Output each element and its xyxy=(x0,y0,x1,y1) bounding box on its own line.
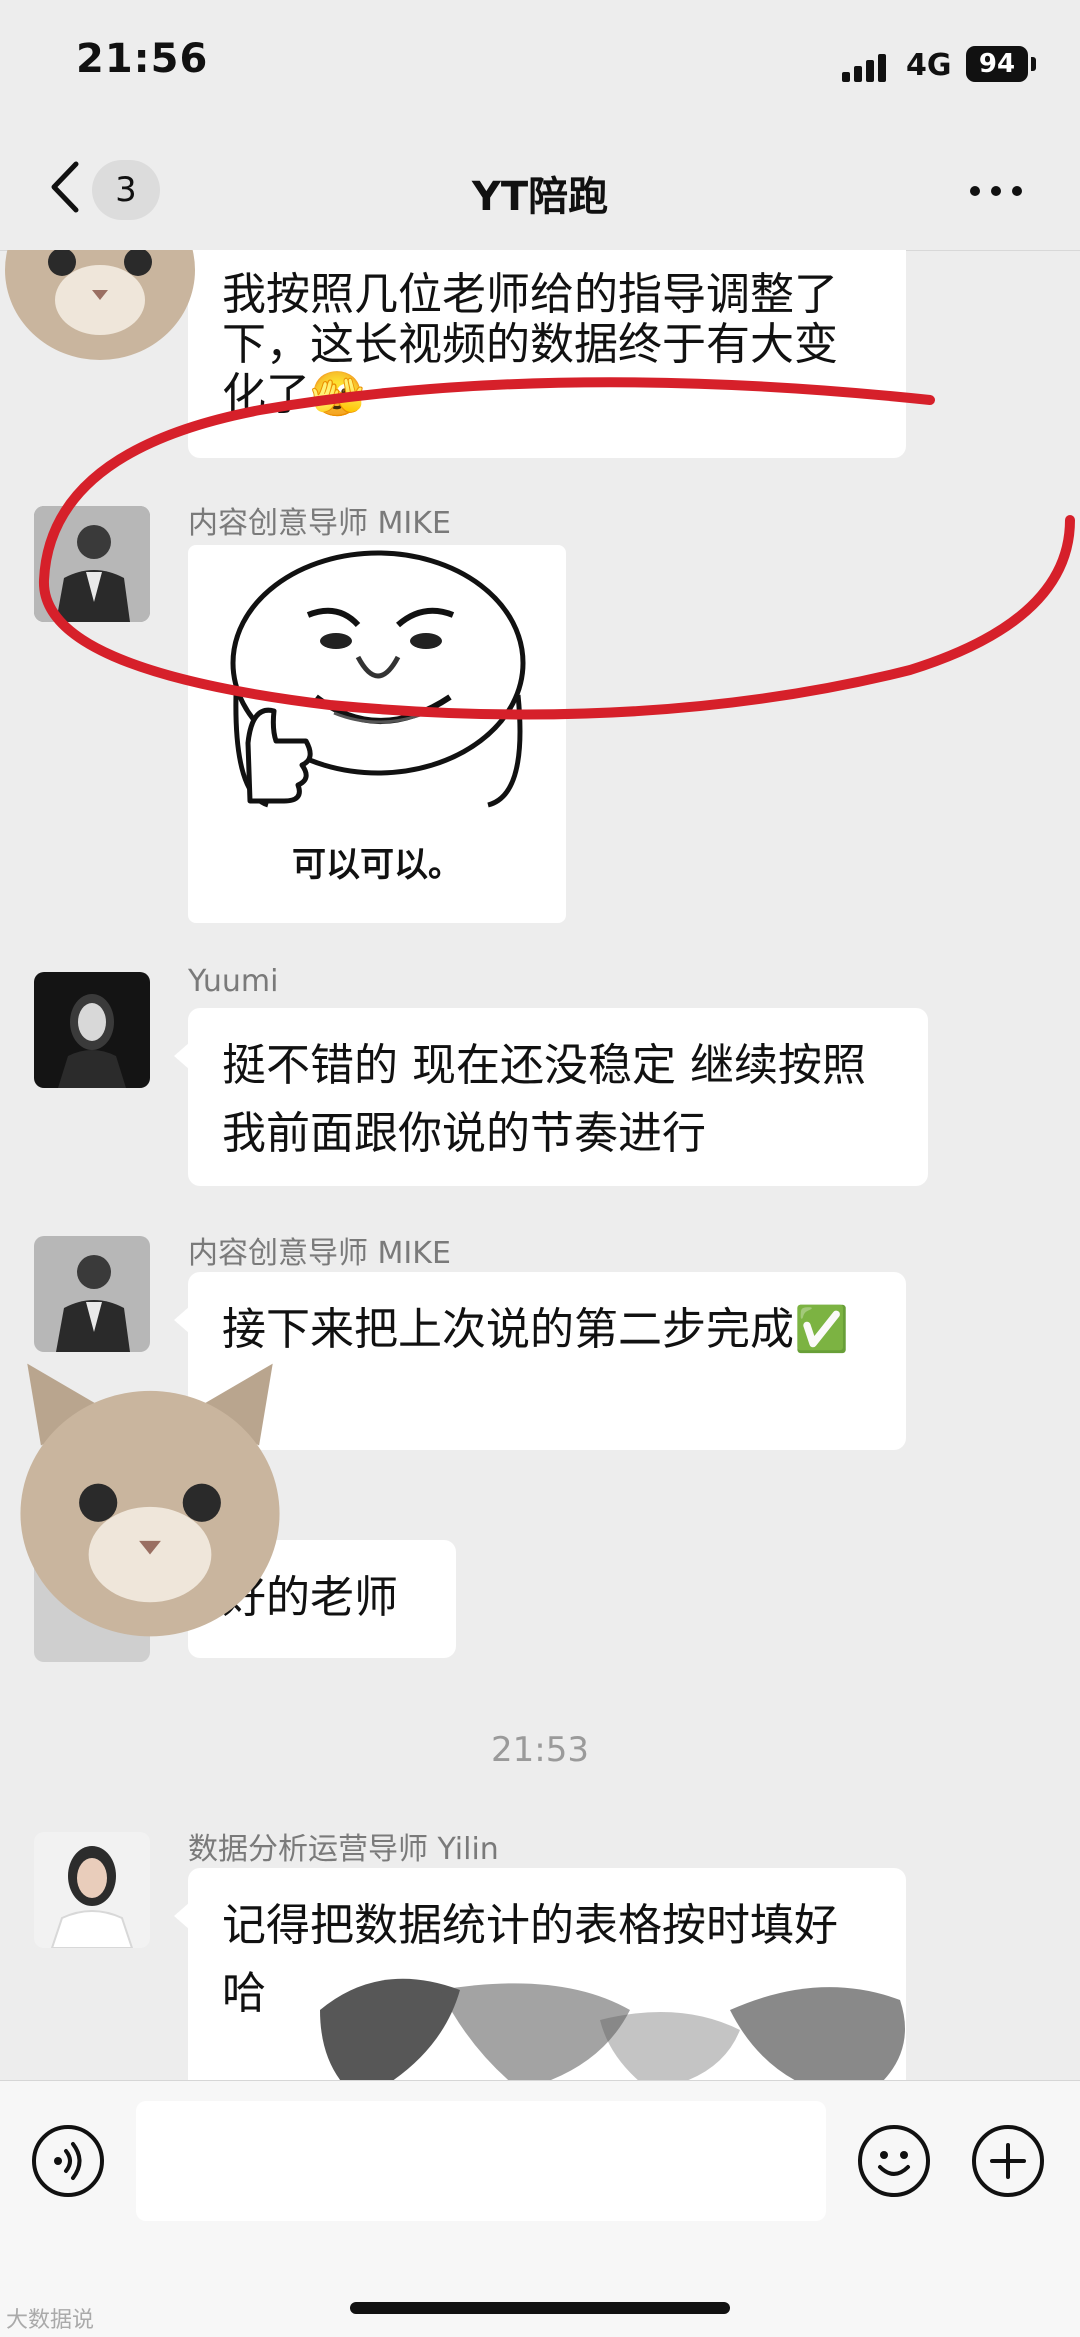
watermark: 大数据说 xyxy=(6,2308,95,2333)
voice-icon[interactable] xyxy=(32,2125,104,2197)
sender-name: 数据分析运营导师 Yilin xyxy=(188,1832,499,1867)
message-list: 我按照几位老师给的指导调整了下，这长视频的数据终于有大变化了🫣 内容创意导师 M… xyxy=(0,250,1080,2080)
battery-tip xyxy=(1031,57,1036,71)
sender-name: Yuumi xyxy=(188,964,279,999)
plus-sign xyxy=(990,2143,1026,2179)
avatar[interactable] xyxy=(34,1832,150,1948)
cat-sticker-icon xyxy=(5,250,195,360)
battery-icon: 94 xyxy=(966,46,1028,82)
timestamp: 21:53 xyxy=(491,1730,589,1770)
cat-sticker-icon xyxy=(20,1363,280,1637)
avatar-woman-icon xyxy=(34,972,150,1088)
avatar[interactable] xyxy=(34,972,150,1088)
chat-header: 3 YT陪跑 xyxy=(0,130,1080,251)
more-dots-icon[interactable] xyxy=(966,178,1026,202)
back-chevron-icon xyxy=(51,161,79,213)
plus-icon[interactable] xyxy=(972,2125,1044,2197)
status-time: 21:56 xyxy=(76,36,209,82)
message-text: 挺不错的 现在还没稳定 继续按照我前面跟你说的节奏进行 xyxy=(222,1040,866,1159)
voice-waves xyxy=(54,2142,82,2180)
avatar-man-icon xyxy=(34,1236,150,1352)
message-input[interactable] xyxy=(136,2101,826,2221)
avatar-woman-icon xyxy=(34,1832,150,1948)
sticker-caption: 可以可以。 xyxy=(292,845,462,885)
avatar[interactable] xyxy=(34,1236,150,1352)
signal-icon xyxy=(842,52,890,82)
sender-name: 内容创意导师 MIKE xyxy=(188,1236,451,1271)
status-bar: 21:56 4G 94 xyxy=(0,0,1080,130)
message-bubble[interactable]: 挺不错的 现在还没稳定 继续按照我前面跟你说的节奏进行 xyxy=(174,1008,928,1186)
home-indicator[interactable] xyxy=(350,2302,730,2314)
input-bar xyxy=(0,2080,1080,2337)
unread-badge[interactable]: 3 xyxy=(92,160,160,220)
message-text: 接下来把上次说的第二步完成✅ xyxy=(222,1304,849,1355)
back-button[interactable] xyxy=(42,152,92,222)
redaction-scribble xyxy=(320,1978,905,2080)
smile-face xyxy=(878,2151,910,2176)
chat-title: YT陪跑 xyxy=(471,174,609,220)
emoji-icon[interactable] xyxy=(858,2125,930,2197)
highlight-annotation xyxy=(38,377,1075,720)
network-type: 4G xyxy=(906,48,952,83)
